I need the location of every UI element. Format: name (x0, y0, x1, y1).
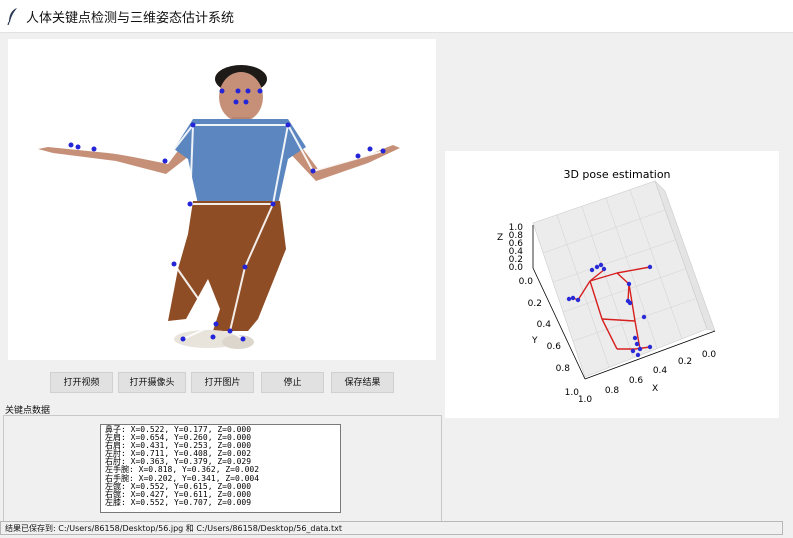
feather-icon (7, 8, 17, 25)
y-tick: 0.8 (556, 364, 571, 374)
save-results-button[interactable]: 保存结果 (331, 372, 394, 393)
y-tick: 0.0 (519, 277, 534, 287)
x-tick: 1.0 (578, 395, 593, 405)
x-tick: 0.6 (629, 376, 644, 386)
y-tick: 0.6 (547, 342, 562, 352)
y-tick: 0.2 (528, 299, 542, 309)
pose-3d-plot: 3D pose estimation 1.0 0.8 0.6 0.4 0.2 0… (445, 151, 779, 418)
y-tick: 0.4 (537, 320, 552, 330)
keypoints-text-area[interactable]: 鼻子: X=0.522, Y=0.177, Z=0.000 左肩: X=0.654… (100, 424, 341, 513)
z-axis-label: Z (497, 233, 503, 243)
y-axis-label: Y (531, 336, 538, 346)
title-bar: 人体关键点检测与三维姿态估计系统 (0, 0, 793, 33)
open-image-button[interactable]: 打开图片 (191, 372, 254, 393)
window-title: 人体关键点检测与三维姿态估计系统 (26, 11, 235, 26)
pose-3d-canvas: 3D pose estimation 1.0 0.8 0.6 0.4 0.2 0… (497, 168, 717, 405)
open-video-button[interactable]: 打开视频 (50, 372, 113, 393)
z-tick: 0.0 (509, 263, 524, 273)
x-tick: 0.4 (653, 366, 668, 376)
open-camera-button[interactable]: 打开摄像头 (118, 372, 186, 393)
x-tick: 0.0 (702, 350, 717, 360)
status-bar: 结果已保存到: C:/Users/86158/Desktop/56.jpg 和 … (0, 521, 783, 535)
keypoint-row: 左膝: X=0.552, Y=0.707, Z=0.009 (105, 497, 252, 507)
x-tick: 0.2 (678, 357, 692, 367)
x-tick: 0.8 (605, 386, 620, 396)
stop-button[interactable]: 停止 (261, 372, 324, 393)
detected-person-image (38, 65, 400, 349)
plot-title: 3D pose estimation (563, 168, 670, 181)
detection-image-panel (8, 39, 436, 360)
x-axis-label: X (652, 384, 658, 394)
